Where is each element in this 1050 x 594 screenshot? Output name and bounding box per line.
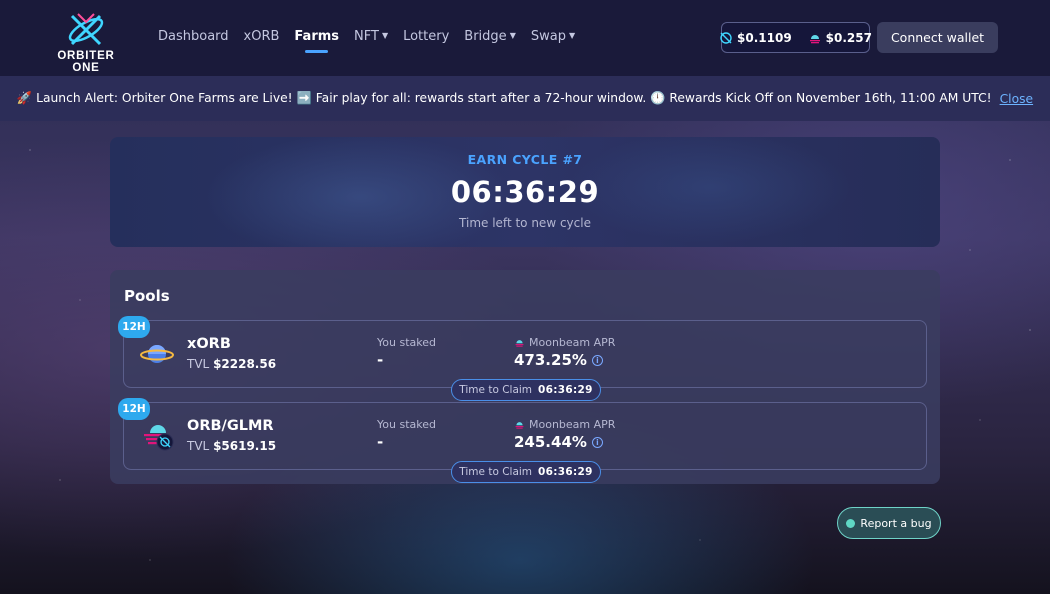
pool-tvl: TVL $2228.56 [187, 357, 276, 371]
moonbeam-icon [809, 34, 820, 43]
glmr-price: $0.257 [808, 31, 872, 45]
staked-value: - [377, 351, 384, 369]
earn-cycle-banner: EARN CYCLE #7 06:36:29 Time left to new … [110, 137, 940, 247]
nav-label: Farms [294, 29, 340, 44]
staked-label: You staked [377, 336, 436, 349]
nav-label: xORB [243, 29, 280, 44]
apr-value: 245.44% i [514, 433, 603, 451]
top-header: ORBITER ONE Dashboard xORB Farms NFT ▼ Lo… [0, 0, 1050, 76]
apr-label-text: Moonbeam APR [529, 336, 616, 349]
apr-value: 473.25% i [514, 351, 603, 369]
apr-label: Moonbeam APR [514, 336, 615, 349]
logo[interactable]: ORBITER ONE [44, 12, 128, 74]
chevron-down-icon: ▼ [509, 31, 516, 40]
announcement-text: 🚀 Launch Alert: Orbiter One Farms are Li… [16, 91, 992, 105]
info-icon[interactable]: i [591, 354, 603, 366]
apr-label: Moonbeam APR [514, 418, 615, 431]
token-prices: $0.1109 $0.257 [719, 22, 872, 53]
report-bug-button[interactable]: Report a bug [837, 507, 941, 539]
orb-price: $0.1109 [719, 31, 792, 45]
report-bug-label: Report a bug [860, 516, 932, 530]
claim-time: 06:36:29 [538, 384, 593, 396]
logo-text: ORBITER ONE [57, 50, 115, 74]
info-icon[interactable]: i [591, 436, 603, 448]
apr-label-text: Moonbeam APR [529, 418, 616, 431]
pool-tvl: TVL $5619.15 [187, 439, 276, 453]
nav-lottery[interactable]: Lottery [403, 29, 449, 44]
nav-farms[interactable]: Farms [294, 29, 340, 53]
tvl-label: TVL [187, 357, 210, 371]
nav-nft[interactable]: NFT ▼ [354, 29, 388, 44]
orb-glmr-pair-icon [144, 425, 174, 451]
moonbeam-icon [515, 340, 524, 347]
nav-label: Dashboard [158, 29, 229, 44]
tvl-label: TVL [187, 439, 210, 453]
nav-xorb[interactable]: xORB [244, 29, 280, 44]
pools-title: Pools [124, 287, 170, 305]
staked-value: - [377, 433, 384, 451]
apr-value-text: 245.44% [514, 433, 587, 451]
duration-badge: 12H [118, 316, 150, 338]
connect-wallet-button[interactable]: Connect wallet [877, 22, 998, 53]
time-to-claim: Time to Claim 06:36:29 [451, 379, 601, 401]
announcement-close-link[interactable]: Close [1000, 92, 1034, 106]
earn-cycle-label: EARN CYCLE #7 [467, 152, 583, 167]
tvl-value: $5619.15 [213, 439, 277, 453]
claim-time: 06:36:29 [538, 466, 593, 478]
orb-token-icon [720, 31, 732, 44]
pools-panel: Pools 12H xORB TVL $2228.56 You staked -… [110, 270, 940, 484]
pool-name: xORB [187, 336, 231, 352]
cycle-countdown: 06:36:29 [450, 175, 600, 209]
nav-label: Lottery [403, 29, 450, 44]
staked-label: You staked [377, 418, 436, 431]
nav-label: Swap [530, 29, 566, 44]
nav-dashboard[interactable]: Dashboard [158, 29, 229, 44]
orbiter-logo-icon [68, 13, 104, 46]
nav-label: Bridge [464, 29, 507, 44]
orb-price-value: $0.1109 [737, 30, 792, 45]
claim-label: Time to Claim [459, 466, 533, 478]
announcement-bar: 🚀 Launch Alert: Orbiter One Farms are Li… [0, 76, 1050, 121]
apr-value-text: 473.25% [514, 351, 587, 369]
bug-icon [846, 518, 856, 528]
xorb-planet-icon [140, 345, 174, 363]
moonbeam-icon [515, 422, 524, 429]
cycle-subtitle: Time left to new cycle [459, 216, 591, 230]
pool-card-orb-glmr[interactable]: 12H ORB/GLMR TVL $5619.15 You staked - M… [118, 398, 927, 483]
pool-card-xorb[interactable]: 12H xORB TVL $2228.56 You staked - Moonb… [118, 316, 927, 401]
tvl-value: $2228.56 [213, 357, 277, 371]
chevron-down-icon: ▼ [381, 31, 389, 40]
duration-badge: 12H [118, 398, 150, 420]
nav-bridge[interactable]: Bridge ▼ [464, 29, 516, 44]
pool-name: ORB/GLMR [187, 418, 274, 434]
time-to-claim: Time to Claim 06:36:29 [451, 461, 601, 483]
chevron-down-icon: ▼ [568, 31, 576, 40]
claim-label: Time to Claim [459, 384, 533, 396]
main-nav: Dashboard xORB Farms NFT ▼ Lottery Bridge… [158, 29, 590, 53]
nav-label: NFT [354, 29, 379, 44]
nav-swap[interactable]: Swap ▼ [531, 29, 575, 44]
glmr-price-value: $0.257 [825, 30, 872, 45]
